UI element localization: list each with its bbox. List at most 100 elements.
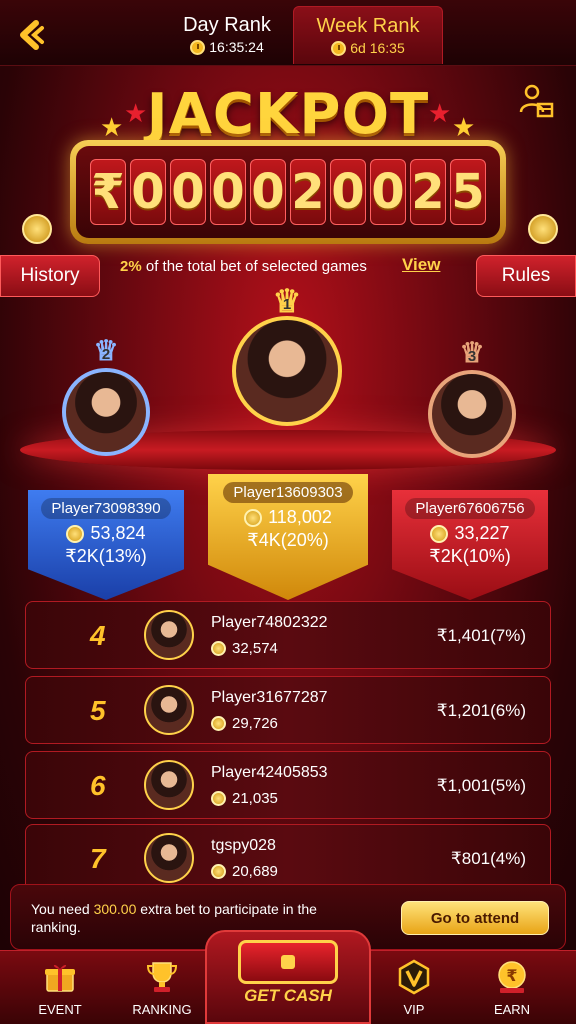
coin-icon: [22, 214, 52, 244]
nav-vip[interactable]: VIP: [374, 959, 454, 1017]
get-cash-button[interactable]: GET CASH: [205, 930, 371, 1024]
player-coins: 32,574: [211, 640, 278, 657]
nav-earn-label: EARN: [493, 1002, 531, 1017]
player-prize: ₹1,401(7%): [436, 626, 526, 645]
coin-icon: [528, 214, 558, 244]
nav-ranking-label: RANKING: [132, 1002, 192, 1017]
coin-icon: [211, 864, 226, 879]
go-to-attend-button[interactable]: Go to attend: [401, 901, 549, 935]
jackpot-digits: ₹0 0 0 0 2 0 0 2 5: [76, 146, 500, 238]
jackpot-digit: 0: [330, 159, 366, 225]
avatar-rank-3: [428, 370, 516, 458]
jackpot-percent-text: 2% of the total bet of selected games: [120, 258, 367, 275]
rules-button[interactable]: Rules: [476, 255, 576, 297]
player-coins-value: 21,035: [232, 790, 278, 807]
podium-coins: 33,227: [392, 523, 548, 544]
player-name: Player31677287: [211, 689, 328, 706]
notice-amount: 300.00: [93, 901, 137, 917]
podium-card-rank-2: Player73098390 53,824 ₹2K(13%): [28, 490, 184, 600]
player-coins-value: 29,726: [232, 715, 278, 732]
podium-coins: 53,824: [28, 523, 184, 544]
podium-rank-3: 3: [467, 348, 477, 365]
player-prize: ₹1,001(5%): [436, 776, 526, 795]
tab-week-rank-label: Week Rank: [316, 15, 420, 37]
get-cash-label: GET CASH: [244, 986, 332, 1005]
nav-ranking[interactable]: RANKING: [122, 959, 202, 1017]
jackpot-title: JACKPOT: [146, 82, 430, 147]
coin-icon: [211, 641, 226, 656]
rank-number: 4: [90, 620, 106, 651]
svg-text:₹: ₹: [506, 966, 517, 985]
podium-coins-value: 33,227: [454, 523, 510, 543]
nav-event-label: EVENT: [38, 1002, 82, 1017]
coin-icon: [211, 791, 226, 806]
avatar: [144, 833, 194, 883]
tab-week-rank-timer: 6d 16:35: [331, 40, 405, 56]
podium-coins-value: 118,002: [268, 507, 332, 527]
jackpot-currency: ₹: [90, 159, 126, 225]
podium-rank-2: 2: [101, 346, 111, 363]
jackpot-digit: 0: [210, 159, 246, 225]
jackpot-counter: ₹0 0 0 0 2 0 0 2 5: [70, 140, 506, 244]
notice-prefix: You need: [31, 901, 94, 917]
jackpot-percent: 2%: [120, 258, 142, 275]
player-prize: ₹801(4%): [450, 849, 526, 868]
jackpot-percent-desc: of the total bet of selected games: [145, 258, 367, 275]
rank-number: 5: [90, 695, 106, 726]
podium-rank-1: 1: [282, 296, 292, 313]
podium-card-rank-1: Player13609303 118,002 ₹4K(20%): [208, 474, 368, 600]
podium-name: Player13609303: [223, 482, 353, 503]
player-coins: 21,035: [211, 790, 278, 807]
rank-row: 4 Player74802322 32,574 ₹1,401(7%): [25, 601, 551, 669]
day-rank-time: 16:35:24: [209, 39, 264, 55]
nav-event[interactable]: EVENT: [20, 959, 100, 1017]
avatar: [144, 760, 194, 810]
podium-prize: ₹2K(13%): [65, 546, 147, 566]
view-link[interactable]: View: [402, 255, 440, 275]
player-prize: ₹1,201(6%): [436, 701, 526, 720]
podium-coins: 118,002: [208, 507, 368, 528]
clock-icon: [190, 39, 206, 55]
avatar-rank-1: [232, 316, 342, 426]
nav-vip-label: VIP: [403, 1002, 425, 1017]
jackpot-digit: 0: [130, 159, 166, 225]
nav-earn[interactable]: ₹ EARN: [472, 959, 552, 1017]
rupee-earn-icon: ₹: [498, 961, 526, 993]
treasure-chest-icon: [238, 940, 338, 984]
chevron-left-icon: [20, 20, 44, 50]
jackpot-digit: 0: [370, 159, 406, 225]
rank-row: 5 Player31677287 29,726 ₹1,201(6%): [25, 676, 551, 744]
jackpot-digit: 5: [450, 159, 486, 225]
jackpot-digit: 0: [250, 159, 286, 225]
player-coins-value: 20,689: [232, 863, 278, 880]
gift-icon: [45, 964, 75, 992]
tab-week-rank[interactable]: Week Rank 6d 16:35: [293, 6, 443, 64]
jackpot-digit: 2: [290, 159, 326, 225]
back-button[interactable]: [14, 18, 48, 52]
player-coins: 29,726: [211, 715, 278, 732]
podium-prize: ₹4K(20%): [247, 530, 329, 550]
tab-day-rank-label: Day Rank: [183, 14, 271, 36]
avatar: [62, 368, 150, 456]
vip-badge-icon: [398, 959, 430, 995]
podium-name: Player67606756: [405, 498, 535, 519]
rank-number: 6: [90, 770, 106, 801]
player-name: tgspy028: [211, 837, 276, 854]
player-coins: 20,689: [211, 863, 278, 880]
player-name: Player42405853: [211, 764, 328, 781]
clock-icon: [331, 40, 347, 56]
jackpot-digit: 0: [170, 159, 206, 225]
player-coins-value: 32,574: [232, 640, 278, 657]
podium-prize: ₹2K(10%): [429, 546, 511, 566]
history-button[interactable]: History: [0, 255, 100, 297]
top-bar: Day Rank 16:35:24 Week Rank 6d 16:35: [0, 0, 576, 66]
podium-name: Player73098390: [41, 498, 171, 519]
coin-icon: [66, 524, 85, 543]
trophy-icon: [146, 962, 178, 992]
avatar: [144, 685, 194, 735]
avatar-rank-2: [62, 368, 150, 456]
tab-day-rank[interactable]: Day Rank 16:35:24: [152, 6, 302, 64]
users-gift-icon[interactable]: [516, 82, 556, 122]
avatar: [144, 610, 194, 660]
podium-coins-value: 53,824: [90, 523, 146, 543]
